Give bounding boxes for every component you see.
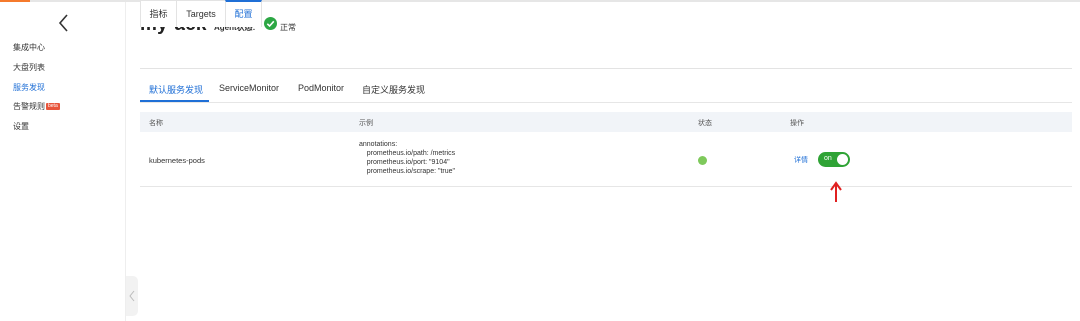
toggle-knob <box>837 154 848 165</box>
agent-status-value: 正常 <box>280 23 296 32</box>
column-header-status: 状态 <box>698 120 712 127</box>
sidebar-item-dashboards[interactable]: 大盘列表 <box>13 62 45 73</box>
tab-targets[interactable]: Targets <box>176 0 226 27</box>
column-header-name: 名称 <box>149 120 163 127</box>
tab-metrics[interactable]: 指标 <box>140 0 177 27</box>
sidebar-item-label: 告警规则 <box>13 102 45 111</box>
red-up-arrow-icon <box>829 181 843 208</box>
sidebar-item-service-discovery[interactable]: 服务发现 <box>13 82 45 93</box>
subtab-service-monitor[interactable]: ServiceMonitor <box>219 83 279 93</box>
row-name: kubernetes-pods <box>149 156 205 165</box>
table-row: kubernetes-pods annotations: prometheus.… <box>140 132 1072 187</box>
row-example: annotations: prometheus.io/path: /metric… <box>359 141 456 175</box>
enable-toggle[interactable]: on <box>818 152 850 167</box>
sidebar-item-integration[interactable]: 集成中心 <box>13 42 45 53</box>
details-link[interactable]: 详情 <box>794 155 808 165</box>
column-header-example: 示例 <box>359 120 373 127</box>
check-circle-icon <box>264 17 277 30</box>
status-dot <box>698 156 707 165</box>
tab-config[interactable]: 配置 <box>225 0 262 27</box>
tabs-divider <box>140 68 1072 69</box>
chevron-left-icon <box>129 290 135 302</box>
sidebar-item-settings[interactable]: 设置 <box>13 121 29 132</box>
subtab-default-discovery[interactable]: 默认服务发现 <box>149 83 203 96</box>
subtab-pod-monitor[interactable]: PodMonitor <box>298 83 344 93</box>
subtabs-divider <box>140 102 1072 103</box>
column-header-actions: 操作 <box>790 120 804 127</box>
sidebar-collapse-handle[interactable] <box>126 276 138 316</box>
sidebar: 集成中心 大盘列表 服务发现 告警规则 beta 设置 <box>0 2 126 321</box>
sidebar-item-alert-rules[interactable]: 告警规则 beta <box>13 101 60 112</box>
table-header: 名称 示例 状态 操作 <box>140 112 1072 132</box>
beta-badge: beta <box>46 103 60 110</box>
subtab-custom-discovery[interactable]: 自定义服务发现 <box>362 83 425 96</box>
chevron-left-icon[interactable] <box>56 12 72 34</box>
toggle-label: on <box>824 155 832 162</box>
